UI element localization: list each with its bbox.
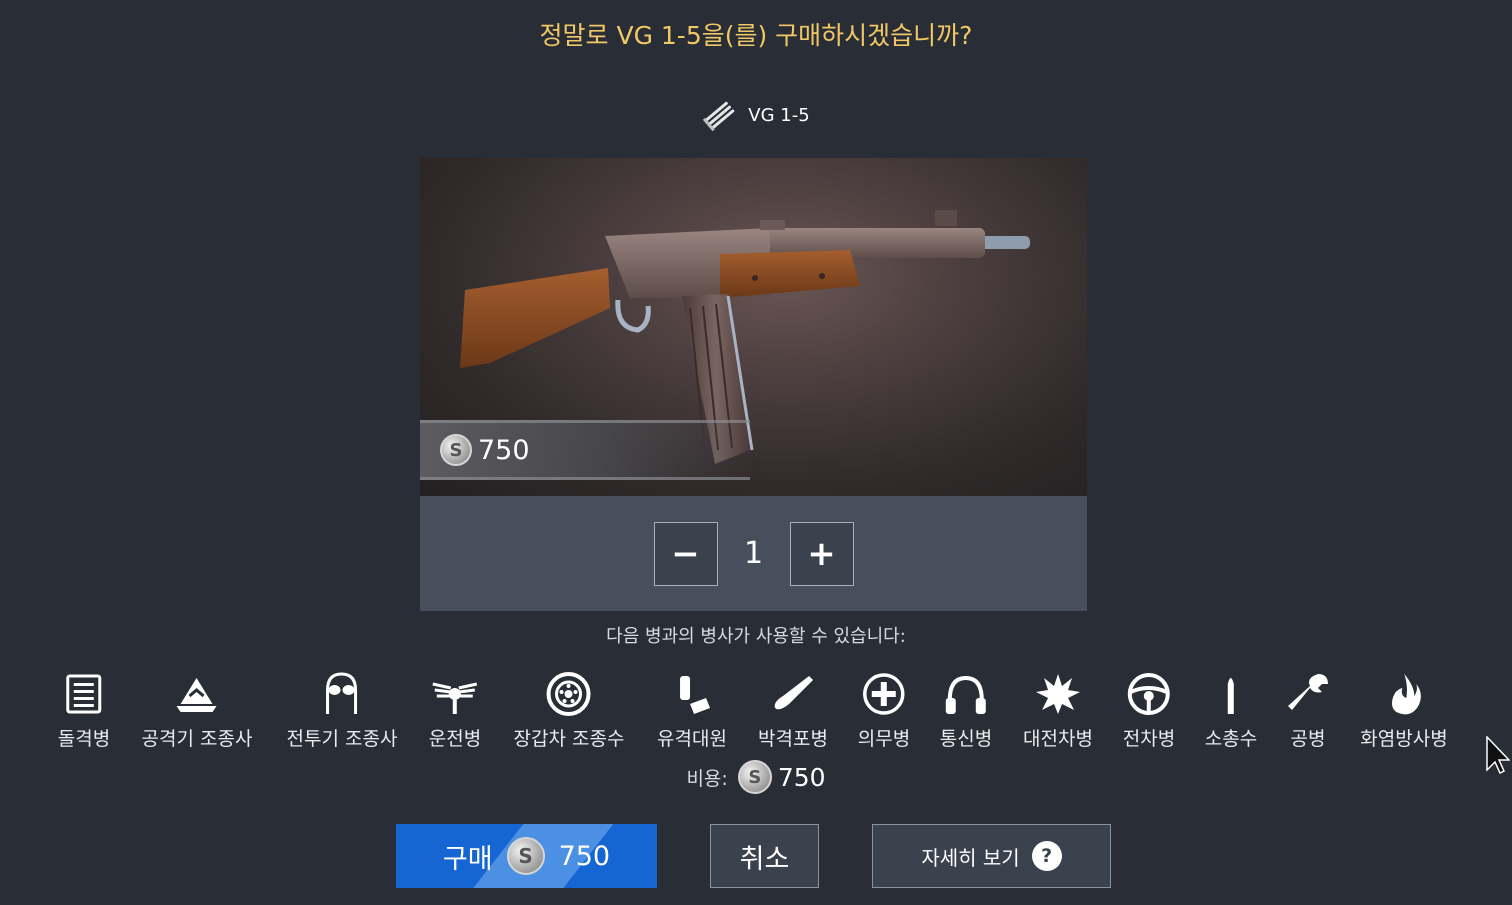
buy-button-label: 구매 xyxy=(442,843,493,875)
attacker-pilot-cap-icon xyxy=(176,678,217,712)
item-preview-card: S 750 xyxy=(420,158,1087,496)
class-rifleman: 소총수 xyxy=(1205,670,1257,751)
fighter-pilot-helmet-icon xyxy=(326,672,358,714)
class-raider: 유격대원 xyxy=(657,670,727,751)
class-attacker-pilot: 공격기 조종사 xyxy=(142,670,252,751)
silver-coin-icon: S xyxy=(506,837,545,875)
item-name-row: VG 1-5 xyxy=(0,98,1512,132)
class-fighter-pilot: 전투기 조종사 xyxy=(287,670,397,751)
buy-button[interactable]: 구매 S 750 xyxy=(396,824,657,888)
class-radio-operator: 통신병 xyxy=(940,670,992,751)
class-mortarman: 박격포병 xyxy=(758,670,828,751)
item-name: VG 1-5 xyxy=(748,104,810,126)
class-tanker: 전차병 xyxy=(1123,670,1175,751)
question-icon: ? xyxy=(1031,841,1062,871)
raider-grenade-icon xyxy=(679,676,710,714)
wrench-icon xyxy=(1288,674,1328,710)
cost-value: 750 xyxy=(777,762,826,792)
medic-cross-icon xyxy=(863,673,905,715)
cost-row: 비용: S 750 xyxy=(0,760,1512,794)
cost-label: 비용: xyxy=(686,767,728,790)
class-assault: 돌격병 xyxy=(58,670,110,751)
steering-wheel-icon xyxy=(1127,673,1170,715)
silver-coin-icon: S xyxy=(737,760,772,794)
class-medic: 의무병 xyxy=(858,670,910,751)
flame-icon xyxy=(1391,674,1421,715)
class-armored-car-driver: 장갑차 조종수 xyxy=(514,670,624,751)
mortar-shell-icon xyxy=(774,676,813,710)
assault-list-icon xyxy=(66,674,102,714)
class-anti-tank: 대전차병 xyxy=(1023,670,1093,751)
ammo-bullets-icon xyxy=(702,98,740,132)
driver-wings-icon xyxy=(432,682,478,714)
radio-headphones-icon xyxy=(945,675,986,714)
mouse-cursor-icon xyxy=(1486,736,1510,774)
quantity-value: 1 xyxy=(743,536,764,571)
usable-by-text: 다음 병과의 병사가 사용할 수 있습니다: xyxy=(606,626,906,647)
dialog-title: 정말로 VG 1-5을(를) 구매하시겠습니까? xyxy=(539,21,973,50)
class-flamethrower: 화염방사병 xyxy=(1360,670,1448,751)
bullet-icon xyxy=(1227,678,1234,714)
quantity-decrease-button[interactable]: − xyxy=(653,521,718,586)
explosion-icon xyxy=(1035,674,1080,714)
class-driver: 운전병 xyxy=(429,670,481,751)
class-engineer: 공병 xyxy=(1284,670,1332,751)
soldier-class-list: 돌격병 공격기 조종사 전투기 조종사 운전병 장갑차 조종수 유격대원 박격포… xyxy=(0,670,1512,760)
item-price: 750 xyxy=(478,434,530,466)
silver-coin-icon: S xyxy=(440,434,472,466)
cancel-button[interactable]: 취소 xyxy=(710,824,819,888)
quantity-panel: − 1 + xyxy=(420,496,1087,611)
buy-button-price: 750 xyxy=(558,840,611,872)
wheel-icon xyxy=(546,672,591,716)
price-band: S 750 xyxy=(420,420,750,480)
details-button[interactable]: 자세히 보기 ? xyxy=(872,824,1111,888)
quantity-increase-button[interactable]: + xyxy=(789,521,854,586)
details-button-label: 자세히 보기 xyxy=(921,845,1020,870)
